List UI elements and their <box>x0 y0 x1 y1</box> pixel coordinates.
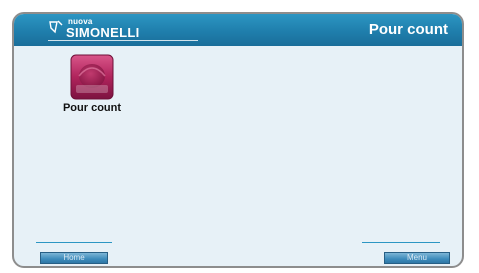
screen-frame: nuova SIMONELLI Pour count Pour count Ho… <box>12 12 464 268</box>
brand-name: SIMONELLI <box>66 25 140 40</box>
home-button[interactable]: Home <box>40 252 108 264</box>
footer-divider-right <box>362 242 440 243</box>
footer-divider-left <box>36 242 112 243</box>
page-title: Pour count <box>368 21 448 38</box>
pour-count-icon[interactable] <box>70 54 114 100</box>
header-bar: nuova SIMONELLI Pour count <box>14 14 462 46</box>
menu-button[interactable]: Menu <box>384 252 450 264</box>
main-content: Pour count <box>14 46 462 244</box>
simonelli-logo-icon <box>49 20 63 34</box>
brand-logo: nuova SIMONELLI <box>48 17 208 43</box>
pour-count-tile[interactable]: Pour count <box>52 54 132 114</box>
brand-underline <box>48 40 198 41</box>
pour-count-label: Pour count <box>62 102 122 114</box>
